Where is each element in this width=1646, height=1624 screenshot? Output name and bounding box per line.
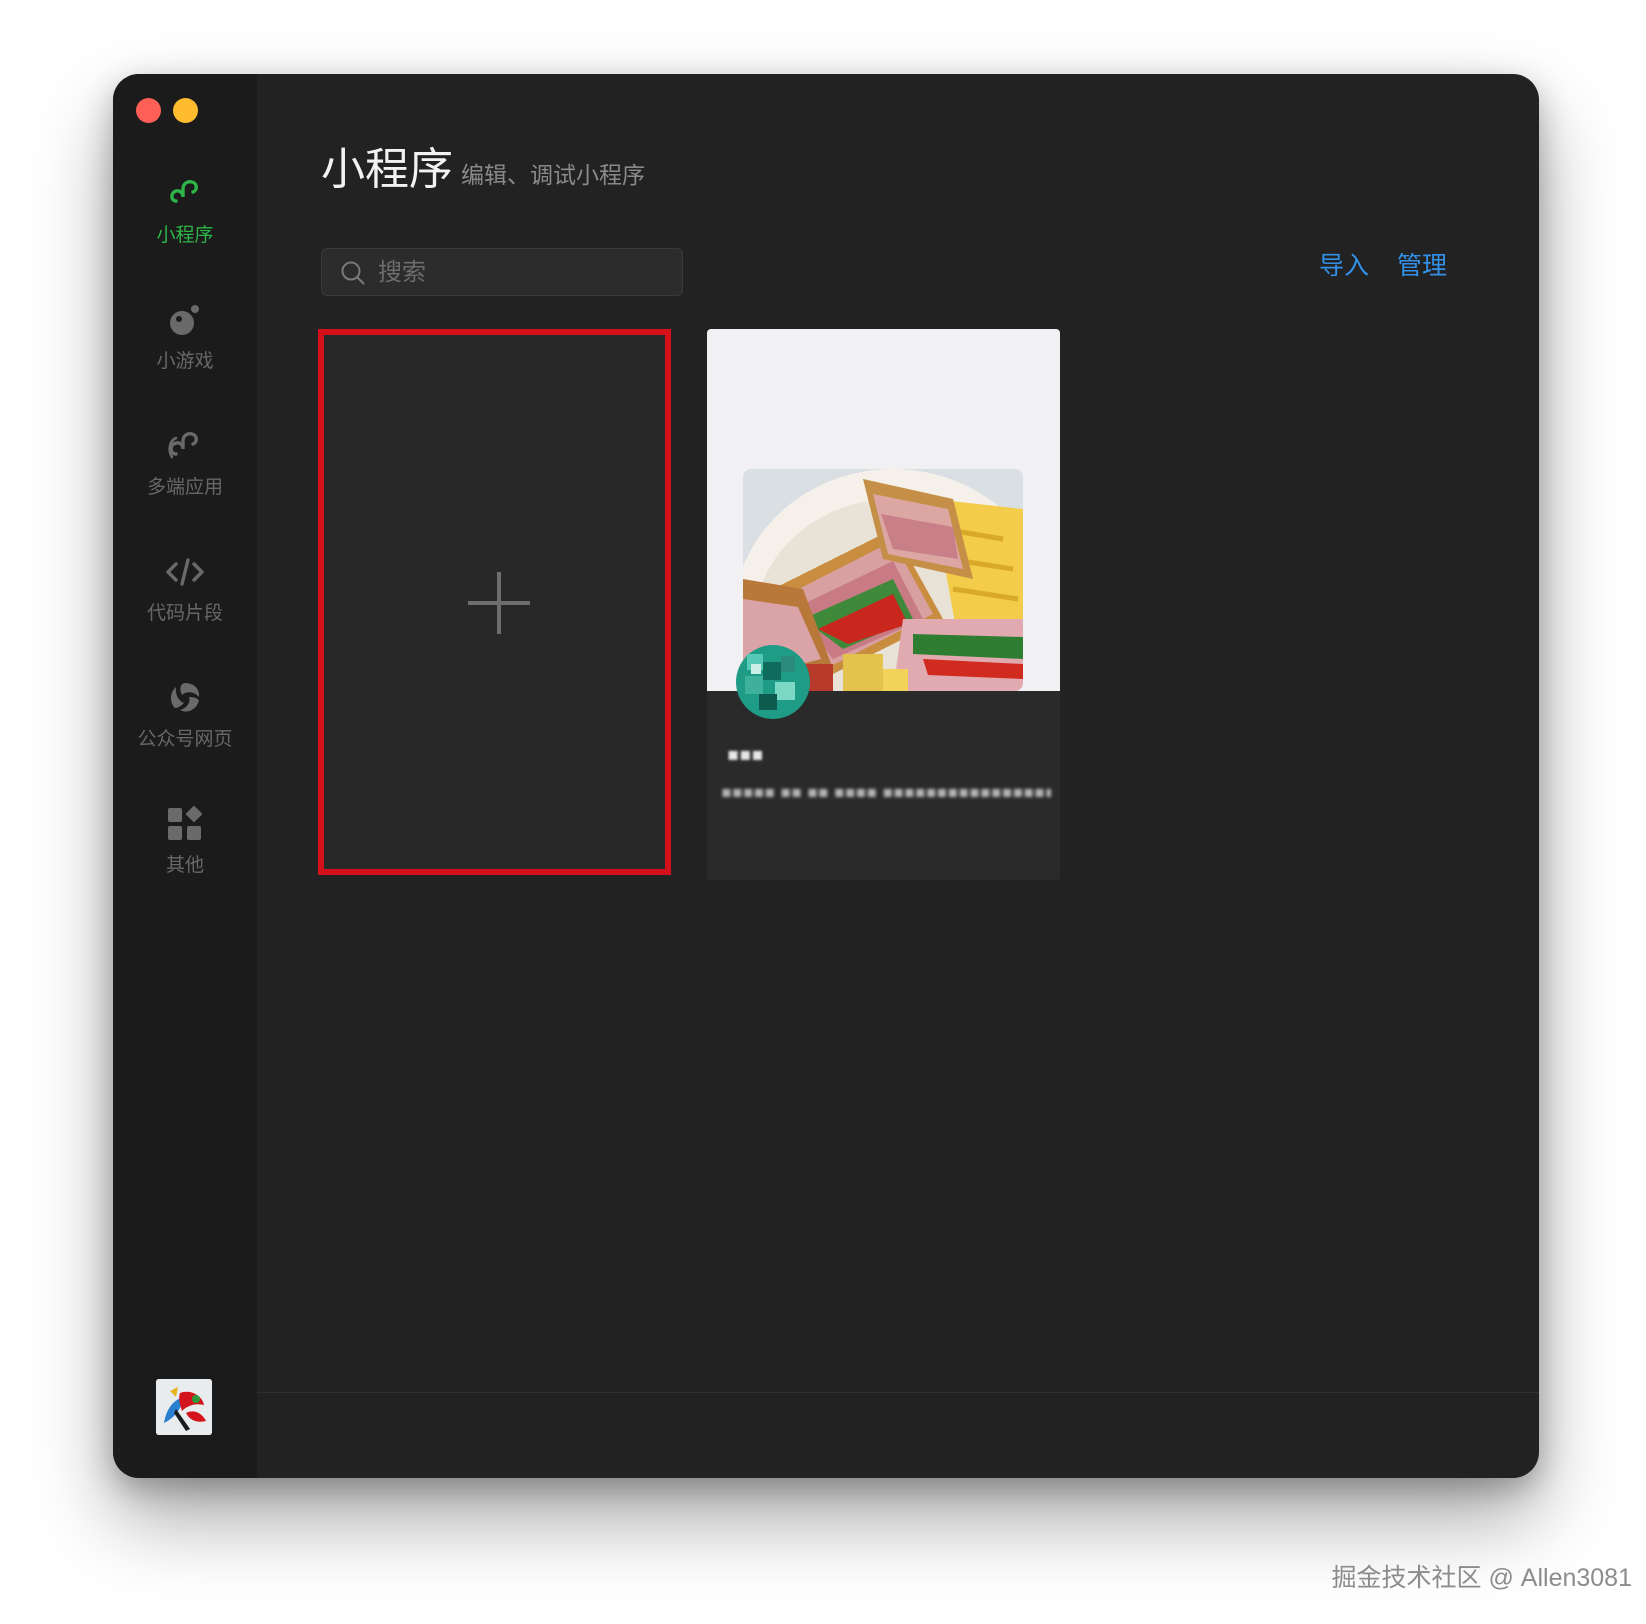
multi-platform-icon: [162, 423, 208, 469]
project-card[interactable]: ▪▪▪ ▪▪▪▪▪ ▪▪ ▪▪ ▪▪▪▪ ▪▪▪▪▪▪▪▪▪▪▪▪▪▪▪▪▪▪: [707, 329, 1060, 880]
watermark: 掘金技术社区 @ Allen3081: [1331, 1564, 1632, 1592]
plus-icon: [466, 570, 532, 636]
sidebar-item-label: 公众号网页: [137, 728, 233, 750]
close-window-button[interactable]: [136, 98, 161, 123]
minimize-window-button[interactable]: [173, 98, 198, 123]
search-box[interactable]: [321, 248, 683, 296]
sidebar-item-other[interactable]: 其他: [113, 801, 257, 877]
project-app-icon: [733, 642, 813, 722]
sidebar-item-mini-game[interactable]: 小游戏: [113, 297, 257, 373]
code-snippet-icon: [162, 549, 208, 595]
mini-game-icon: [162, 297, 208, 343]
search-input[interactable]: [378, 255, 668, 289]
app-window: 小程序 小游戏 多端应用 代码片段 公众号网页 其他 小程序 编辑、调试小程序 …: [113, 74, 1539, 1478]
sidebar-item-label: 多端应用: [146, 476, 223, 498]
sidebar-item-mini-program[interactable]: 小程序: [113, 171, 257, 247]
sidebar-item-code-snippet[interactable]: 代码片段: [113, 549, 257, 625]
official-account-icon: [162, 675, 208, 721]
search-icon: [340, 260, 366, 286]
sidebar: 小程序 小游戏 多端应用 代码片段 公众号网页 其他: [113, 74, 257, 1478]
manage-button[interactable]: 管理: [1397, 246, 1447, 286]
bottom-divider: [257, 1392, 1539, 1393]
main-content: 小程序 编辑、调试小程序 导入 管理: [257, 74, 1539, 1478]
sidebar-item-multi-platform[interactable]: 多端应用: [113, 423, 257, 499]
project-description: ▪▪▪▪▪ ▪▪ ▪▪ ▪▪▪▪ ▪▪▪▪▪▪▪▪▪▪▪▪▪▪▪▪▪▪: [721, 782, 1051, 801]
new-project-card[interactable]: [318, 329, 671, 875]
sidebar-item-official-account[interactable]: 公众号网页: [113, 675, 257, 751]
sidebar-item-label: 小游戏: [156, 350, 214, 372]
other-apps-icon: [162, 801, 208, 847]
import-button[interactable]: 导入: [1319, 246, 1369, 286]
mini-program-icon: [162, 171, 208, 217]
page-title: 小程序: [321, 144, 453, 195]
sidebar-item-label: 其他: [165, 854, 204, 876]
sidebar-item-label: 小程序: [156, 224, 214, 246]
page-subtitle: 编辑、调试小程序: [461, 163, 645, 189]
sidebar-item-label: 代码片段: [146, 602, 223, 624]
user-avatar[interactable]: [156, 1379, 212, 1435]
project-name: ▪▪▪: [727, 744, 764, 765]
